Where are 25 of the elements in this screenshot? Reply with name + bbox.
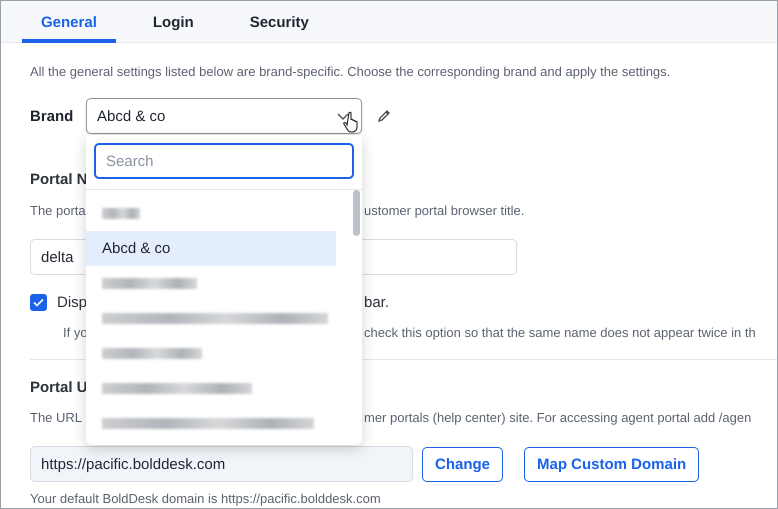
brand-value: Abcd & co: [97, 108, 166, 124]
tab[interactable]: Security: [230, 1, 328, 43]
dropdown-option[interactable]: Abcd & co: [86, 231, 336, 266]
checkbox[interactable]: [30, 294, 47, 310]
map-domain-button[interactable]: Map Custom Domain: [524, 446, 700, 482]
description-text: The porta: [30, 202, 86, 220]
intro-text: All the general settings listed below are brand-specific. Choose the corresponding brand and apply the settings.: [30, 63, 672, 81]
tab[interactable]: General: [22, 1, 116, 43]
search-field[interactable]: Search: [94, 143, 354, 179]
change-button[interactable]: Change: [422, 446, 504, 482]
description-text: The URL: [30, 409, 82, 427]
scrollbar[interactable]: [353, 190, 360, 236]
description-text: ustomer portal browser title.: [364, 202, 524, 220]
checkbox-label: Disp: [57, 294, 88, 310]
pencil-icon[interactable]: [377, 109, 391, 123]
chevron-down-icon: [337, 113, 349, 121]
brand-label: Brand: [30, 108, 74, 124]
checkbox-label: bar.: [364, 294, 390, 310]
description-text: mer portals (help center) site. For accessing agent portal add /agen: [364, 409, 752, 427]
checkmark-icon: [33, 298, 44, 306]
tab[interactable]: Login: [134, 1, 213, 43]
default-domain-text: Your default BoldDesk domain is https://pacific.bolddesk.com: [30, 490, 382, 508]
hint-text: check this option so that the same name does not appear twice in th: [364, 324, 756, 342]
portal-url-field[interactable]: https://pacific.bolddesk.com: [30, 446, 413, 482]
brand-select[interactable]: Abcd & co: [86, 98, 362, 134]
